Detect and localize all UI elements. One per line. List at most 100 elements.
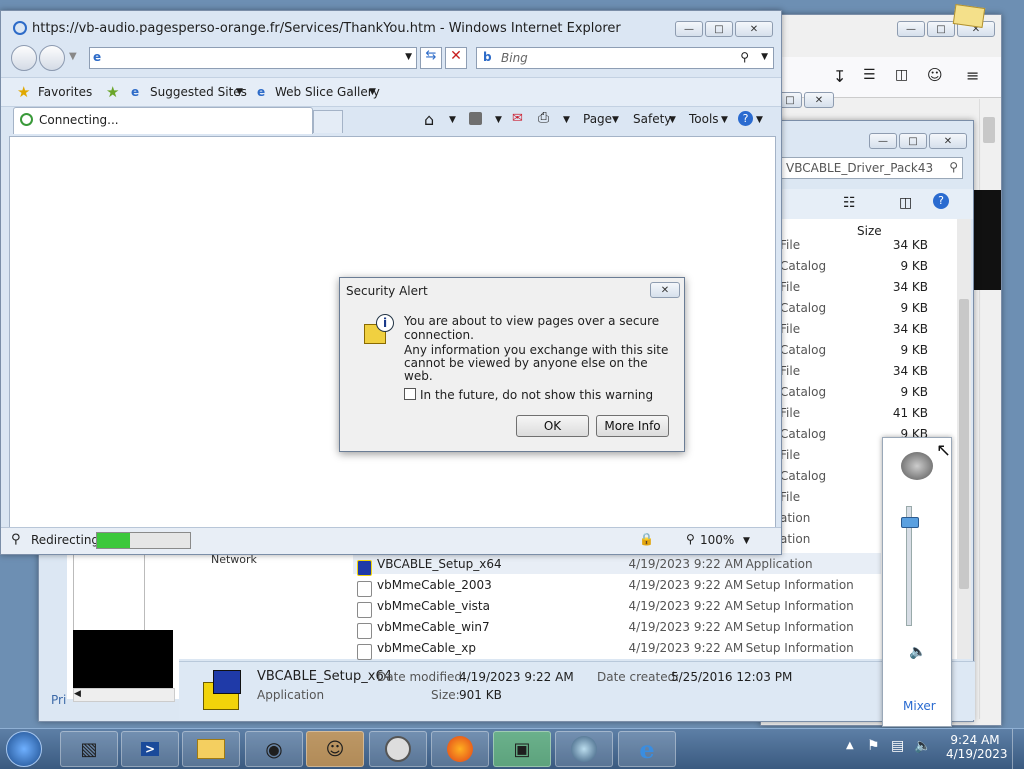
search-icon[interactable]: ⚲ — [949, 160, 958, 174]
forward-button[interactable] — [39, 45, 65, 71]
explorer-scrollbar[interactable] — [957, 219, 971, 659]
taskbar-server-manager[interactable]: ▧ — [60, 731, 118, 767]
favorites-button[interactable]: Favorites — [38, 85, 92, 99]
tray-clock[interactable]: 9:24 AM 4/19/2023 — [946, 733, 1008, 761]
search-dropdown-icon[interactable]: ▼ — [761, 52, 768, 62]
feeds-icon[interactable] — [469, 112, 482, 125]
table-row[interactable]: vbMmeCable_vista 4/19/2023 9:22 AM Setup I… — [353, 595, 881, 618]
taskbar-app-raccoon[interactable]: ◉ — [245, 731, 303, 767]
tools-dropdown-icon[interactable]: ▼ — [721, 115, 728, 125]
mixer-link[interactable]: Mixer — [903, 699, 936, 713]
minimize-button[interactable]: — — [869, 133, 897, 149]
page-menu[interactable]: Page — [583, 112, 612, 126]
zoom-dropdown-icon[interactable]: ▼ — [743, 536, 750, 546]
suggested-sites-dropdown-icon[interactable]: ▼ — [236, 87, 243, 97]
more-info-button[interactable]: More Info — [596, 415, 669, 437]
taskbar-network-app[interactable] — [555, 731, 613, 767]
history-dropdown-icon[interactable]: ▼ — [69, 51, 77, 62]
help-dropdown-icon[interactable]: ▼ — [756, 115, 763, 125]
taskbar-firefox[interactable] — [431, 731, 489, 767]
view-options-icon[interactable]: ☷ — [843, 195, 856, 211]
home-icon[interactable]: ⌂ — [424, 110, 434, 129]
download-icon[interactable]: ↧ — [833, 67, 846, 86]
dont-show-checkbox[interactable] — [404, 388, 416, 400]
explorer-search-input[interactable]: VBCABLE_Driver_Pack43 ⚲ — [781, 157, 963, 179]
minimize-button[interactable]: — — [897, 21, 925, 37]
account-icon[interactable]: ☺ — [927, 66, 943, 84]
partial-row[interactable]: File 41 KB — [780, 406, 928, 427]
partial-row-type: File — [780, 448, 801, 462]
back-button[interactable] — [11, 45, 37, 71]
stop-button[interactable]: ✕ — [445, 47, 467, 69]
start-button[interactable] — [6, 731, 42, 767]
volume-slider-thumb[interactable] — [901, 517, 919, 528]
dialog-close-button[interactable]: ✕ — [650, 282, 680, 298]
partial-row[interactable]: Catalog 9 KB — [780, 301, 928, 322]
maximize-button[interactable]: □ — [705, 21, 733, 37]
read-mail-icon[interactable]: ✉ — [512, 111, 523, 126]
search-icon[interactable]: ⚲ — [740, 50, 749, 64]
table-row[interactable]: VBCABLE_Setup_x64 4/19/2023 9:22 AM Applic… — [353, 553, 881, 576]
help-icon[interactable]: ? — [933, 193, 949, 209]
help-icon[interactable]: ? — [738, 111, 753, 126]
print-dropdown-icon[interactable]: ▼ — [563, 115, 570, 125]
library-icon[interactable]: ☰ — [863, 67, 876, 83]
close-button[interactable]: ✕ — [735, 21, 773, 37]
safety-menu[interactable]: Safety — [633, 112, 671, 126]
print-icon[interactable]: ⎙ — [538, 110, 549, 126]
scrollbar-thumb[interactable] — [983, 117, 995, 143]
page-dropdown-icon[interactable]: ▼ — [612, 115, 619, 125]
preview-pane-icon[interactable]: ◫ — [899, 195, 912, 211]
partial-row[interactable]: File 34 KB — [780, 238, 928, 259]
add-favorites-icon[interactable]: ★ — [106, 83, 119, 101]
address-dropdown-icon[interactable]: ▼ — [405, 52, 412, 62]
taskbar-users-app[interactable]: ☺ — [306, 731, 364, 767]
taskbar-ie[interactable]: e — [618, 731, 676, 767]
maximize-button[interactable]: □ — [927, 21, 955, 37]
tab-connecting[interactable]: Connecting... — [13, 107, 313, 134]
minimize-button[interactable]: — — [675, 21, 703, 37]
zoom-level[interactable]: 100% — [700, 533, 734, 547]
close-button[interactable]: ✕ — [929, 133, 967, 149]
new-tab-button[interactable] — [313, 110, 343, 133]
partial-row[interactable]: Catalog 9 KB — [780, 259, 928, 280]
tools-menu[interactable]: Tools — [689, 112, 719, 126]
network-tray-icon[interactable]: ▤ — [891, 738, 904, 754]
ok-button[interactable]: OK — [516, 415, 589, 437]
menu-icon[interactable]: ≡ — [966, 66, 979, 85]
search-box[interactable]: b Bing ⚲ ▼ — [476, 47, 774, 69]
volume-tray-icon[interactable]: 🔈 — [914, 738, 931, 754]
show-hidden-icons[interactable]: ▲ — [846, 740, 854, 751]
protected-mode-icon[interactable]: 🔒 — [639, 532, 654, 546]
column-header-size[interactable]: Size — [857, 224, 882, 238]
taskbar-powershell[interactable]: > — [121, 731, 179, 767]
partial-row[interactable]: File 34 KB — [780, 364, 928, 385]
partial-row[interactable]: File 34 KB — [780, 280, 928, 301]
taskbar-setup-app[interactable]: ▣ — [493, 731, 551, 767]
web-slice-gallery-link[interactable]: Web Slice Gallery — [275, 85, 380, 99]
maximize-button[interactable]: □ — [899, 133, 927, 149]
address-input[interactable]: e ▼ — [89, 47, 417, 69]
show-desktop-button[interactable] — [1012, 729, 1024, 769]
nav-hscroll[interactable]: ◀ — [73, 688, 175, 702]
table-row[interactable]: vbMmeCable_xp 4/19/2023 9:22 AM Setup Info… — [353, 637, 881, 660]
desktop-folder-icon[interactable] — [952, 4, 986, 28]
partial-row[interactable]: Catalog 9 KB — [780, 343, 928, 364]
mute-speaker-icon[interactable]: 🔈 — [909, 644, 926, 660]
sidebar-icon[interactable]: ◫ — [895, 67, 908, 83]
partial-row[interactable]: File 34 KB — [780, 322, 928, 343]
table-row[interactable]: vbMmeCable_2003 4/19/2023 9:22 AM Setup In… — [353, 574, 881, 597]
scrollbar-thumb[interactable] — [959, 299, 969, 589]
taskbar-explorer[interactable] — [182, 731, 240, 767]
taskbar-app-circle[interactable] — [369, 731, 427, 767]
safety-dropdown-icon[interactable]: ▼ — [669, 115, 676, 125]
web-slice-dropdown-icon[interactable]: ▼ — [369, 87, 376, 97]
feeds-dropdown-icon[interactable]: ▼ — [495, 115, 502, 125]
close-button[interactable]: ✕ — [804, 92, 834, 108]
refresh-button[interactable]: ⇆ — [420, 47, 442, 69]
home-dropdown-icon[interactable]: ▼ — [449, 115, 456, 125]
table-row[interactable]: vbMmeCable_win7 4/19/2023 9:22 AM Setup In… — [353, 616, 881, 639]
suggested-sites-link[interactable]: Suggested Sites — [150, 85, 247, 99]
partial-row[interactable]: Catalog 9 KB — [780, 385, 928, 406]
action-center-flag-icon[interactable]: ⚑ — [867, 738, 880, 754]
